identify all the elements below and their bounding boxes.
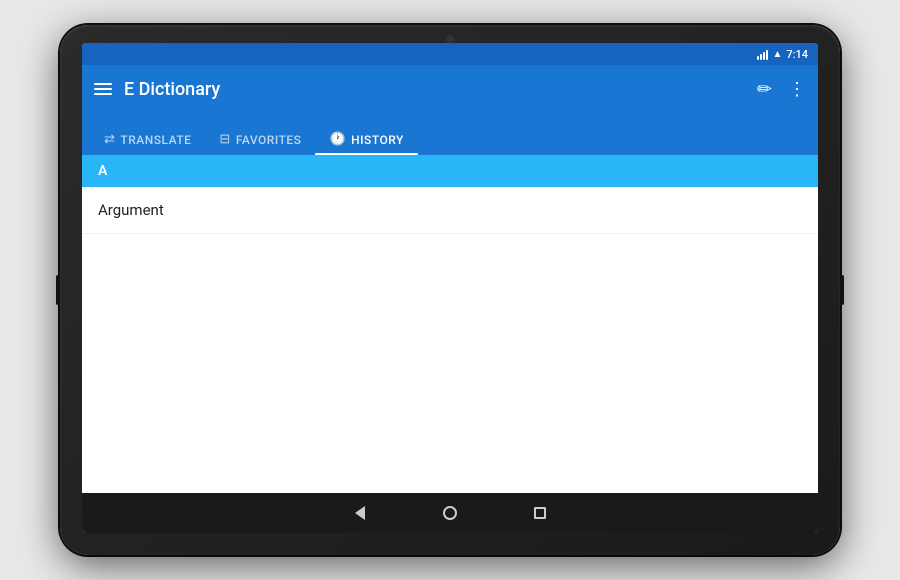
tab-favorites[interactable]: ⊟ FAVORITES bbox=[205, 132, 315, 155]
toolbar-actions: ✏ ⋮ bbox=[757, 79, 806, 100]
list-item[interactable]: Argument bbox=[82, 187, 818, 234]
tab-history[interactable]: 🕐 HISTORY bbox=[315, 132, 417, 155]
status-bar: ▲ 7:14 bbox=[82, 43, 818, 65]
power-button-right bbox=[840, 275, 844, 305]
section-letter: A bbox=[98, 163, 107, 179]
screen: ▲ 7:14 E Dictionary ✏ ⋮ ⇄ TRANSLATE bbox=[82, 43, 818, 533]
tab-translate[interactable]: ⇄ TRANSLATE bbox=[90, 132, 205, 155]
back-triangle-icon bbox=[355, 506, 365, 520]
volume-button-left bbox=[56, 275, 60, 305]
home-circle-icon bbox=[443, 506, 457, 520]
content-area: A Argument bbox=[82, 155, 818, 491]
tabs-bar: ⇄ TRANSLATE ⊟ FAVORITES 🕐 HISTORY bbox=[82, 113, 818, 155]
tab-history-label: HISTORY bbox=[351, 133, 404, 147]
more-options-button[interactable]: ⋮ bbox=[788, 79, 806, 100]
home-button[interactable] bbox=[435, 498, 465, 528]
tab-translate-label: TRANSLATE bbox=[120, 133, 191, 147]
signal-icon bbox=[757, 48, 768, 60]
tab-favorites-label: FAVORITES bbox=[236, 133, 302, 147]
app-title: E Dictionary bbox=[124, 79, 745, 100]
bookmark-icon: ⊟ bbox=[219, 132, 230, 147]
translate-icon: ⇄ bbox=[104, 132, 115, 147]
list-item-text: Argument bbox=[98, 201, 164, 219]
edit-button[interactable]: ✏ bbox=[757, 79, 772, 100]
back-button[interactable] bbox=[345, 498, 375, 528]
tablet-device: ▲ 7:14 E Dictionary ✏ ⋮ ⇄ TRANSLATE bbox=[60, 25, 840, 555]
recent-square-icon bbox=[534, 507, 546, 519]
app-toolbar: E Dictionary ✏ ⋮ bbox=[82, 65, 818, 113]
history-icon: 🕐 bbox=[329, 132, 346, 147]
time-display: 7:14 bbox=[786, 48, 808, 61]
hamburger-menu-button[interactable] bbox=[94, 83, 112, 95]
wifi-icon: ▲ bbox=[772, 49, 782, 60]
section-header-a: A bbox=[82, 155, 818, 187]
status-icons: ▲ 7:14 bbox=[757, 48, 808, 61]
recent-apps-button[interactable] bbox=[525, 498, 555, 528]
bottom-navigation bbox=[82, 493, 818, 533]
